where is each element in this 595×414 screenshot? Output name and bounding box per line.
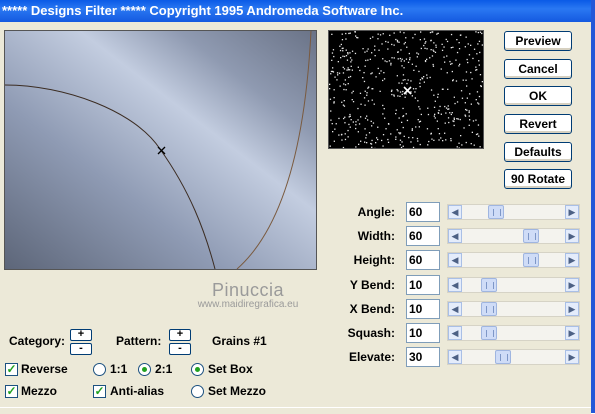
- scroll-right-icon[interactable]: ▶: [565, 326, 579, 340]
- param-label-x-bend: X Bend:: [315, 299, 395, 319]
- scroll-left-icon[interactable]: ◀: [448, 350, 462, 364]
- preview-image: [5, 31, 316, 269]
- revert-button[interactable]: Revert: [504, 114, 572, 134]
- pattern-preview[interactable]: [328, 30, 484, 149]
- slider-thumb[interactable]: [495, 350, 511, 364]
- set-mezzo-radio[interactable]: [191, 385, 204, 398]
- angle-field[interactable]: 60: [406, 202, 440, 222]
- reverse-checkbox[interactable]: ✓: [5, 363, 18, 376]
- anti-alias-checkbox[interactable]: ✓: [93, 385, 106, 398]
- width-field[interactable]: 60: [406, 226, 440, 246]
- x-bend-slider[interactable]: ◀ ▶: [447, 301, 580, 317]
- ratio-2-1-radio[interactable]: [138, 363, 151, 376]
- slider-thumb[interactable]: [481, 278, 497, 292]
- elevate-slider[interactable]: ◀ ▶: [447, 349, 580, 365]
- cancel-button[interactable]: Cancel: [504, 59, 572, 79]
- preview-button[interactable]: Preview: [504, 31, 572, 51]
- scroll-left-icon[interactable]: ◀: [448, 253, 462, 267]
- param-label-height: Height:: [315, 250, 395, 270]
- watermark-url: www.maidiregrafica.eu: [178, 299, 318, 310]
- y-bend-slider[interactable]: ◀ ▶: [447, 277, 580, 293]
- scroll-right-icon[interactable]: ▶: [565, 229, 579, 243]
- reverse-label[interactable]: Reverse: [21, 362, 68, 376]
- mezzo-checkbox[interactable]: ✓: [5, 385, 18, 398]
- defaults-button[interactable]: Defaults: [504, 142, 572, 162]
- x-bend-field[interactable]: 10: [406, 299, 440, 319]
- scroll-right-icon[interactable]: ▶: [565, 350, 579, 364]
- set-mezzo-label[interactable]: Set Mezzo: [208, 384, 266, 398]
- param-label-squash: Squash:: [315, 323, 395, 343]
- squash-slider[interactable]: ◀ ▶: [447, 325, 580, 341]
- set-box-label[interactable]: Set Box: [208, 362, 253, 376]
- pattern-name: Grains #1: [212, 334, 267, 348]
- height-field[interactable]: 60: [406, 250, 440, 270]
- angle-slider[interactable]: ◀ ▶: [447, 204, 580, 220]
- category-stepper[interactable]: + -: [70, 329, 92, 355]
- window-title: ***** Designs Filter ***** Copyright 199…: [0, 0, 591, 22]
- elevate-field[interactable]: 30: [406, 347, 440, 367]
- scroll-left-icon[interactable]: ◀: [448, 205, 462, 219]
- category-label: Category:: [9, 334, 65, 348]
- height-slider[interactable]: ◀ ▶: [447, 252, 580, 268]
- scroll-left-icon[interactable]: ◀: [448, 278, 462, 292]
- y-bend-field[interactable]: 10: [406, 275, 440, 295]
- slider-thumb[interactable]: [481, 302, 497, 316]
- scroll-right-icon[interactable]: ▶: [565, 278, 579, 292]
- pattern-minus-button[interactable]: -: [169, 343, 191, 355]
- ratio-2-1-label[interactable]: 2:1: [155, 362, 172, 376]
- rotate-button[interactable]: 90 Rotate: [504, 169, 572, 189]
- pattern-stepper[interactable]: + -: [169, 329, 191, 355]
- slider-thumb[interactable]: [488, 205, 504, 219]
- ok-button[interactable]: OK: [504, 86, 572, 106]
- category-plus-button[interactable]: +: [70, 329, 92, 341]
- pattern-label: Pattern:: [116, 334, 161, 348]
- width-slider[interactable]: ◀ ▶: [447, 228, 580, 244]
- param-label-angle: Angle:: [315, 202, 395, 222]
- preview-canvas[interactable]: [4, 30, 317, 270]
- scroll-right-icon[interactable]: ▶: [565, 302, 579, 316]
- pattern-plus-button[interactable]: +: [169, 329, 191, 341]
- pattern-center-marker-icon[interactable]: [404, 87, 411, 94]
- slider-thumb[interactable]: [481, 326, 497, 340]
- category-minus-button[interactable]: -: [70, 343, 92, 355]
- param-label-y-bend: Y Bend:: [315, 275, 395, 295]
- anti-alias-label[interactable]: Anti-alias: [110, 384, 164, 398]
- param-label-width: Width:: [315, 226, 395, 246]
- scroll-right-icon[interactable]: ▶: [565, 253, 579, 267]
- pattern-image: [329, 31, 483, 148]
- watermark: Pinuccia www.maidiregrafica.eu: [178, 280, 318, 310]
- watermark-name: Pinuccia: [178, 280, 318, 301]
- ratio-1-1-label[interactable]: 1:1: [110, 362, 127, 376]
- scroll-right-icon[interactable]: ▶: [565, 205, 579, 219]
- slider-thumb[interactable]: [523, 229, 539, 243]
- scroll-left-icon[interactable]: ◀: [448, 229, 462, 243]
- designs-filter-dialog: ***** Designs Filter ***** Copyright 199…: [0, 0, 595, 413]
- param-label-elevate: Elevate:: [315, 347, 395, 367]
- slider-thumb[interactable]: [523, 253, 539, 267]
- squash-field[interactable]: 10: [406, 323, 440, 343]
- scroll-left-icon[interactable]: ◀: [448, 326, 462, 340]
- ratio-1-1-radio[interactable]: [93, 363, 106, 376]
- scroll-left-icon[interactable]: ◀: [448, 302, 462, 316]
- mezzo-label[interactable]: Mezzo: [21, 384, 57, 398]
- set-box-radio[interactable]: [191, 363, 204, 376]
